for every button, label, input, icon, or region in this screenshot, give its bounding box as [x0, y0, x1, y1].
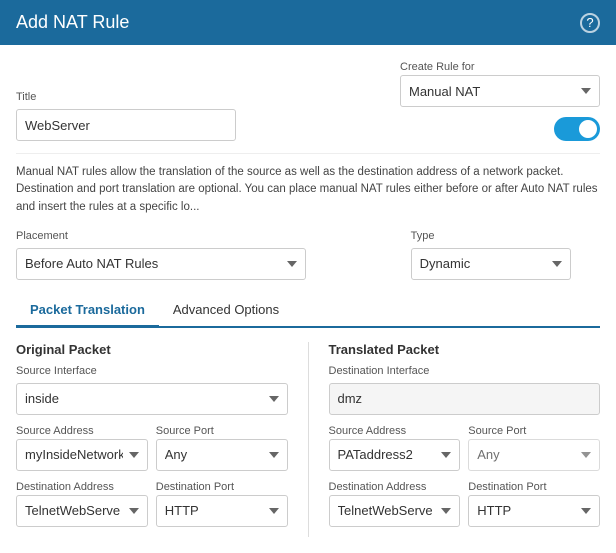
orig-source-interface-select[interactable]: inside — [16, 383, 288, 415]
tab-advanced-options[interactable]: Advanced Options — [159, 294, 293, 328]
original-packet-section: Original Packet Source Interface inside … — [16, 342, 288, 537]
help-icon[interactable]: ? — [580, 13, 600, 33]
create-rule-label: Create Rule for — [400, 61, 600, 73]
orig-dest-address-label: Destination Address — [16, 481, 148, 493]
translated-packet-title: Translated Packet — [329, 342, 601, 357]
trans-dest-port-label: Destination Port — [468, 481, 600, 493]
trans-source-address-label: Source Address — [329, 425, 461, 437]
trans-source-port-label: Source Port — [468, 425, 600, 437]
create-rule-select[interactable]: Manual NAT Auto NAT — [400, 75, 600, 107]
title-input[interactable] — [16, 109, 236, 141]
placement-select[interactable]: Before Auto NAT Rules After Auto NAT Rul… — [16, 248, 306, 280]
description-text: Manual NAT rules allow the translation o… — [16, 153, 600, 216]
title-label: Title — [16, 91, 300, 103]
orig-source-address-label: Source Address — [16, 425, 148, 437]
trans-source-address-select[interactable]: PATaddress2 — [329, 439, 461, 471]
column-divider — [308, 342, 309, 537]
orig-source-port-select[interactable]: Any — [156, 439, 288, 471]
dialog-header: Add NAT Rule ? — [0, 0, 616, 45]
orig-source-address-select[interactable]: myInsideNetwork — [16, 439, 148, 471]
placement-label: Placement — [16, 230, 395, 242]
dialog-title: Add NAT Rule — [16, 12, 129, 33]
type-label: Type — [411, 230, 600, 242]
orig-dest-port-label: Destination Port — [156, 481, 288, 493]
type-select[interactable]: Dynamic Static — [411, 248, 571, 280]
enable-toggle[interactable] — [554, 117, 600, 141]
orig-source-port-label: Source Port — [156, 425, 288, 437]
tab-bar: Packet Translation Advanced Options — [16, 294, 600, 328]
translated-packet-section: Translated Packet Destination Interface … — [329, 342, 601, 537]
orig-source-interface-label: Source Interface — [16, 365, 288, 377]
trans-dest-address-label: Destination Address — [329, 481, 461, 493]
tab-packet-translation[interactable]: Packet Translation — [16, 294, 159, 328]
trans-dest-interface-input[interactable] — [329, 383, 601, 415]
original-packet-title: Original Packet — [16, 342, 288, 357]
trans-source-port-select[interactable]: Any — [468, 439, 600, 471]
trans-dest-interface-label: Destination Interface — [329, 365, 601, 377]
